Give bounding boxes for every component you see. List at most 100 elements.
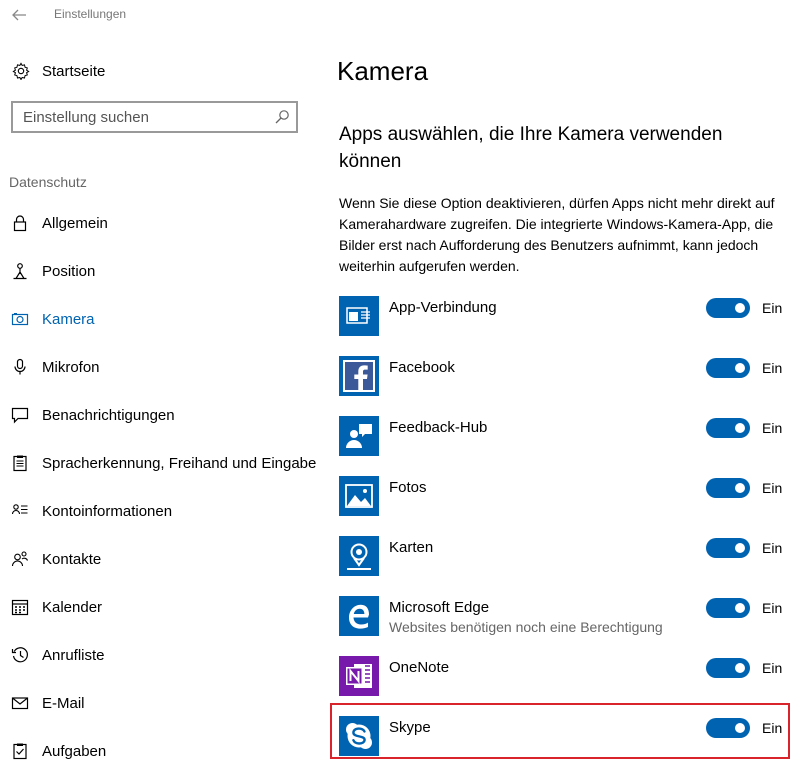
toggle-knob: [735, 483, 745, 493]
toggle-label: Ein: [762, 540, 783, 556]
sidebar-item-label: Mikrofon: [42, 358, 100, 376]
section-description: Wenn Sie diese Option deaktivieren, dürf…: [339, 195, 775, 274]
toggle-label: Ein: [762, 720, 783, 736]
toggle-label: Ein: [762, 420, 783, 436]
sidebar-item-label: Aufgaben: [42, 742, 107, 760]
search-box[interactable]: [11, 101, 298, 133]
history-icon: [10, 645, 30, 665]
app-row-app-verbindung: App-Verbindung Ein: [339, 296, 799, 356]
sidebar-item-label: Kamera: [42, 310, 95, 328]
app-row-onenote: OneNote Ein: [339, 656, 799, 716]
sidebar-item-label: Anrufliste: [42, 646, 105, 664]
facebook-toggle[interactable]: [706, 358, 750, 378]
arrow-left-icon: [12, 9, 26, 21]
app-name: Fotos: [389, 479, 427, 496]
sidebar-item-kontoinformationen[interactable]: Kontoinformationen: [0, 487, 320, 535]
sidebar-item-position[interactable]: Position: [0, 247, 320, 295]
gear-icon: [10, 60, 32, 82]
title-bar: Einstellungen: [0, 0, 800, 30]
sidebar-item-email[interactable]: E-Mail: [0, 679, 320, 727]
app-verbindung-toggle[interactable]: [706, 298, 750, 318]
sidebar-item-label: Position: [42, 262, 96, 280]
search-input[interactable]: [13, 103, 263, 131]
feedback-hub-icon: [339, 416, 379, 456]
person-pin-icon: [10, 261, 30, 281]
contacts-icon: [10, 549, 30, 569]
sidebar-item-aufgaben[interactable]: Aufgaben: [0, 727, 320, 760]
toggle-label: Ein: [762, 600, 783, 616]
app-name: Karten: [389, 539, 434, 556]
app-row-facebook: Facebook Ein: [339, 356, 799, 416]
toggle-knob: [735, 603, 745, 613]
sidebar-item-label: Allgemein: [42, 214, 108, 232]
search-icon[interactable]: [274, 109, 290, 125]
app-name: Feedback-Hub: [389, 419, 488, 436]
onenote-icon: [339, 656, 379, 696]
photos-icon: [339, 476, 379, 516]
toggle-knob: [735, 423, 745, 433]
app-name: App-Verbindung: [389, 299, 497, 316]
app-row-skype: Skype Ein: [339, 716, 799, 760]
sidebar-item-kontakte[interactable]: Kontakte: [0, 535, 320, 583]
app-name: Microsoft Edge: [389, 599, 490, 616]
sidebar-item-label: Kalender: [42, 598, 103, 616]
app-connector-icon: [339, 296, 379, 336]
toggle-knob: [735, 363, 745, 373]
toggle-label: Ein: [762, 300, 783, 316]
onenote-toggle[interactable]: [706, 658, 750, 678]
page-title: Kamera: [337, 56, 429, 86]
sidebar-nav: Allgemein Position Kamera Mikrofon Benac…: [0, 199, 320, 760]
home-label: Startseite: [42, 62, 106, 80]
sidebar-item-label: E-Mail: [42, 694, 85, 712]
sidebar-item-kamera[interactable]: Kamera: [0, 295, 320, 343]
skype-icon: [339, 716, 379, 756]
home-link[interactable]: Startseite: [10, 58, 105, 84]
back-button[interactable]: [8, 4, 30, 26]
sidebar-item-spracherkennung[interactable]: Spracherkennung, Freihand und Eingabe: [0, 439, 320, 487]
tasks-icon: [10, 741, 30, 760]
edge-icon: [339, 596, 379, 636]
window-title: Einstellungen: [54, 7, 127, 21]
section-subtitle: Apps auswählen, die Ihre Kamera verwende…: [339, 124, 723, 172]
toggle-knob: [735, 663, 745, 673]
section-label: Datenschutz: [9, 174, 87, 190]
lock-icon: [10, 213, 30, 233]
app-permission-note: Websites benötigen noch eine Berechtigun…: [389, 619, 663, 635]
karten-toggle[interactable]: [706, 538, 750, 558]
app-row-microsoft-edge: Microsoft Edge Websites benötigen noch e…: [339, 596, 799, 656]
toggle-label: Ein: [762, 360, 783, 376]
toggle-knob: [735, 723, 745, 733]
camera-icon: [10, 309, 30, 329]
maps-icon: [339, 536, 379, 576]
toggle-knob: [735, 543, 745, 553]
microsoft-edge-toggle[interactable]: [706, 598, 750, 618]
calendar-icon: [10, 597, 30, 617]
toggle-knob: [735, 303, 745, 313]
sidebar-item-label: Kontoinformationen: [42, 502, 173, 520]
app-row-feedback-hub: Feedback-Hub Ein: [339, 416, 799, 476]
sidebar-item-kalender[interactable]: Kalender: [0, 583, 320, 631]
toggle-label: Ein: [762, 480, 783, 496]
notification-icon: [10, 405, 30, 425]
mail-icon: [10, 693, 30, 713]
sidebar-item-label: Benachrichtigungen: [42, 406, 175, 424]
app-name: OneNote: [389, 659, 450, 676]
clipboard-icon: [10, 453, 30, 473]
app-name: Facebook: [389, 359, 455, 376]
sidebar-item-label: Kontakte: [42, 550, 102, 568]
sidebar-item-label: Spracherkennung, Freihand und Eingabe: [42, 454, 317, 472]
sidebar-item-benachrichtigungen[interactable]: Benachrichtigungen: [0, 391, 320, 439]
microphone-icon: [10, 357, 30, 377]
app-row-fotos: Fotos Ein: [339, 476, 799, 536]
toggle-label: Ein: [762, 660, 783, 676]
account-info-icon: [10, 501, 30, 521]
app-list: App-Verbindung Ein Facebook Ein Feedback…: [339, 296, 799, 760]
skype-toggle[interactable]: [706, 718, 750, 738]
app-row-karten: Karten Ein: [339, 536, 799, 596]
fotos-toggle[interactable]: [706, 478, 750, 498]
feedback-hub-toggle[interactable]: [706, 418, 750, 438]
sidebar-item-mikrofon[interactable]: Mikrofon: [0, 343, 320, 391]
sidebar-item-anrufliste[interactable]: Anrufliste: [0, 631, 320, 679]
sidebar-item-allgemein[interactable]: Allgemein: [0, 199, 320, 247]
facebook-icon: [339, 356, 379, 396]
